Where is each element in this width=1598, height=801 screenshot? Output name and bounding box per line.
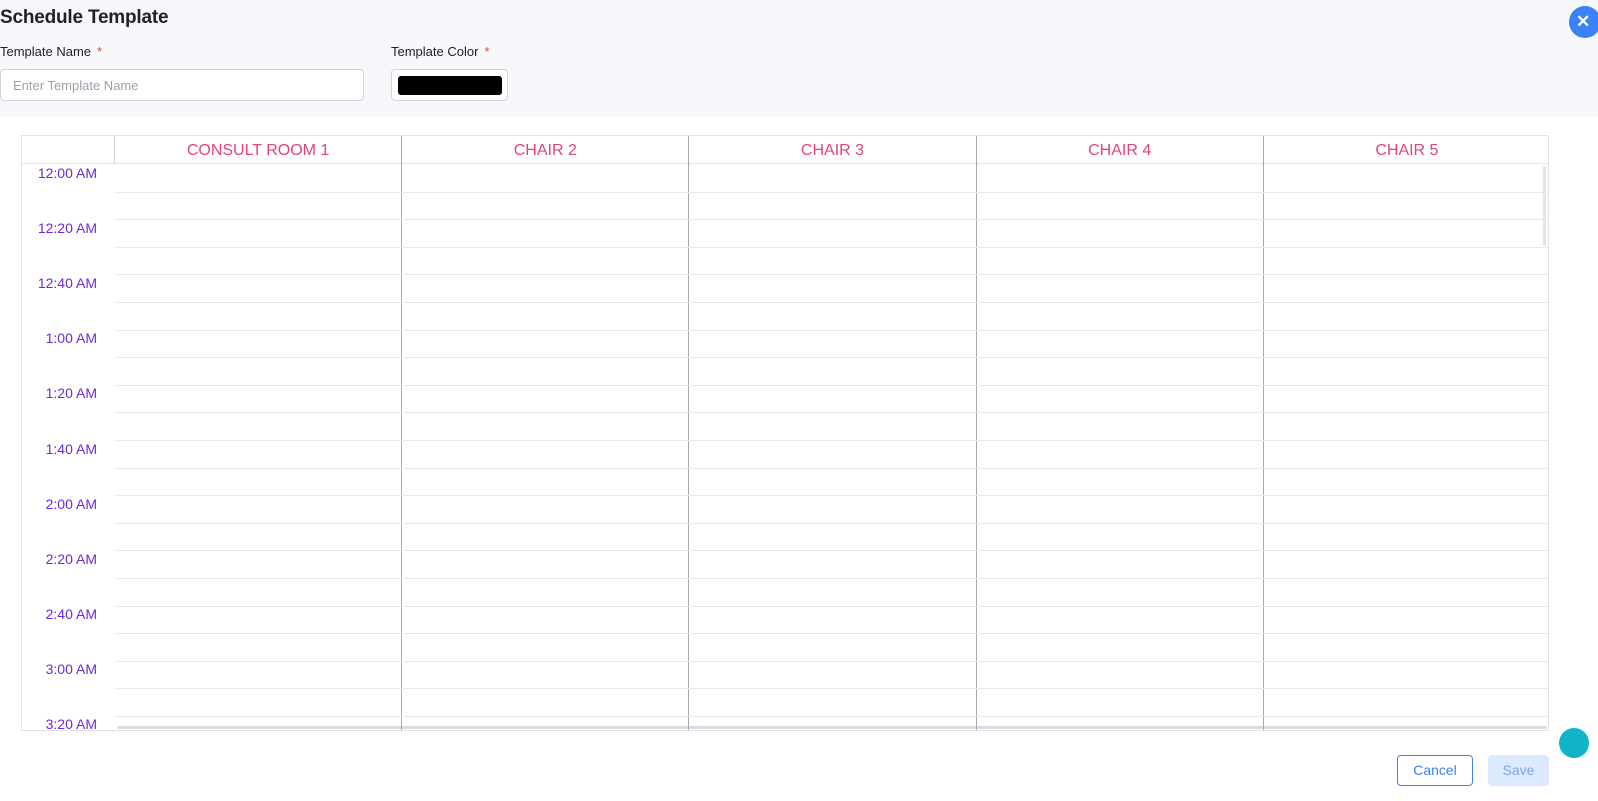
column-header-5: CHAIR 5 [1262,136,1548,164]
required-marker: * [97,44,103,59]
slot-row-line [114,467,1548,469]
required-marker: * [484,44,490,59]
slot-row-line [114,660,1548,662]
slot-row-line [114,633,1548,635]
template-color-picker[interactable] [391,69,508,101]
slot-row-line [114,605,1548,607]
slot-row-line [114,440,1548,441]
time-label: 2:20 AM [45,550,97,567]
page-title: Schedule Template [0,7,169,28]
slot-row-line [114,495,1548,497]
column-header-4: CHAIR 4 [975,136,1263,164]
column-header-2: CHAIR 2 [401,136,688,164]
slot-row-line [114,357,1548,359]
template-name-label-text: Template Name [0,44,92,59]
time-label: 1:40 AM [45,440,97,457]
template-color-label: Template Color * [391,44,490,59]
time-label: 12:00 AM [37,165,97,181]
template-name-input[interactable] [0,69,364,101]
slot-row-line [114,716,1548,717]
close-button[interactable]: ✕ [1569,6,1598,38]
schedule-grid: CONSULT ROOM 1 CHAIR 2 CHAIR 3 CHAIR 4 CHAIR… [21,135,1549,731]
template-color-label-text: Template Color [391,44,479,59]
template-name-label: Template Name * [0,44,102,59]
time-label: 3:00 AM [45,660,97,677]
slot-row-line [114,578,1548,579]
horizontal-scrollbar[interactable] [117,726,1547,729]
cancel-button[interactable]: Cancel [1397,755,1473,786]
color-swatch [398,76,502,95]
slot-row-line [114,550,1548,552]
slot-row-line [114,246,1548,248]
form-header-area: Schedule Template ✕ Template Name * Templ… [0,0,1598,117]
slot-row-line [114,302,1548,303]
time-label: 1:20 AM [45,385,97,402]
column-divider [975,136,977,730]
time-label: 1:00 AM [45,330,97,347]
time-label: 12:40 AM [37,275,97,292]
time-label: 2:00 AM [45,495,97,512]
slot-row-line [114,219,1548,221]
slot-row-line [114,274,1548,276]
column-divider [1262,136,1264,730]
slot-row-line [114,384,1548,386]
column-divider [401,136,403,730]
time-label: 3:20 AM [45,716,97,731]
slot-row-line [114,191,1548,193]
time-label: 2:40 AM [45,605,97,622]
floating-action-button[interactable] [1559,728,1589,758]
slot-row-line [114,329,1548,331]
vertical-scrollbar[interactable] [1543,166,1546,246]
slot-row-line [114,522,1548,524]
slot-row-line [114,688,1548,690]
save-button[interactable]: Save [1488,755,1549,786]
column-divider [688,136,690,730]
time-label: 12:20 AM [37,220,97,237]
column-header-1: CONSULT ROOM 1 [114,136,401,164]
column-header-row: CONSULT ROOM 1 CHAIR 2 CHAIR 3 CHAIR 4 CHAIR… [22,136,1548,164]
slot-row-line [114,412,1548,414]
column-header-3: CHAIR 3 [688,136,975,164]
close-icon: ✕ [1576,12,1591,31]
